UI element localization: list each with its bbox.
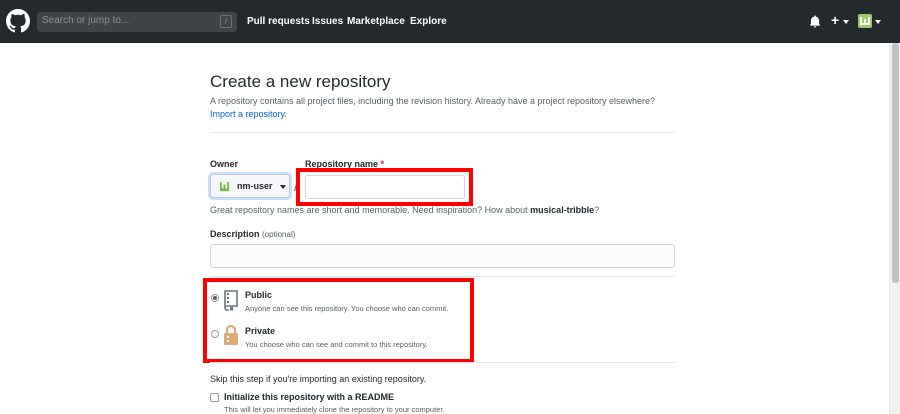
plus-icon[interactable]: + bbox=[831, 13, 839, 27]
description-optional: (optional) bbox=[262, 230, 296, 239]
page-subtitle: A repository contains all project files,… bbox=[210, 96, 656, 106]
highlight-box-repo-name bbox=[296, 168, 473, 206]
description-input[interactable] bbox=[210, 244, 675, 268]
scrollbar[interactable] bbox=[889, 43, 900, 414]
help-text-end: ? bbox=[594, 205, 600, 215]
owner-name: nm-user bbox=[237, 181, 273, 191]
divider bbox=[210, 276, 675, 277]
bell-icon[interactable] bbox=[809, 15, 821, 28]
nav-marketplace[interactable]: Marketplace bbox=[347, 16, 405, 27]
help-text: Great repository names are short and mem… bbox=[210, 205, 531, 215]
github-logo-icon[interactable] bbox=[6, 9, 30, 33]
identicon-icon bbox=[860, 17, 870, 25]
chevron-down-icon bbox=[875, 20, 881, 24]
init-readme-checkbox[interactable] bbox=[210, 393, 219, 402]
divider bbox=[210, 132, 675, 133]
description-label: Description (optional) bbox=[210, 229, 295, 239]
search-input[interactable]: Search or jump to... / bbox=[37, 12, 237, 32]
init-readme-label[interactable]: Initialize this repository with a README bbox=[224, 392, 394, 402]
nav-explore[interactable]: Explore bbox=[410, 16, 447, 27]
page-title: Create a new repository bbox=[210, 72, 391, 91]
owner-avatar-icon bbox=[219, 181, 230, 192]
owner-dropdown[interactable]: nm-user bbox=[210, 174, 290, 198]
description-label-text: Description bbox=[210, 229, 260, 239]
scrollbar-thumb[interactable] bbox=[892, 43, 899, 283]
nav-pull-requests[interactable]: Pull requests bbox=[247, 16, 310, 27]
nav-issues[interactable]: Issues bbox=[312, 16, 343, 27]
search-shortcut-key: / bbox=[220, 15, 232, 28]
highlight-box-visibility bbox=[203, 278, 474, 363]
init-readme-description: This will let you immediately clone the … bbox=[224, 405, 445, 414]
owner-label: Owner bbox=[210, 159, 239, 169]
avatar[interactable] bbox=[858, 14, 872, 28]
suggested-name[interactable]: musical-tribble bbox=[530, 205, 594, 215]
chevron-down-icon bbox=[843, 20, 849, 24]
import-repository-link[interactable]: Import a repository. bbox=[210, 109, 287, 119]
divider bbox=[210, 362, 675, 363]
skip-step-text: Skip this step if you're importing an ex… bbox=[210, 374, 427, 384]
repository-name-help: Great repository names are short and mem… bbox=[210, 205, 599, 215]
top-header: Search or jump to... / Pull requests Iss… bbox=[0, 0, 900, 43]
chevron-down-icon bbox=[280, 185, 286, 189]
search-placeholder: Search or jump to... bbox=[42, 15, 130, 26]
